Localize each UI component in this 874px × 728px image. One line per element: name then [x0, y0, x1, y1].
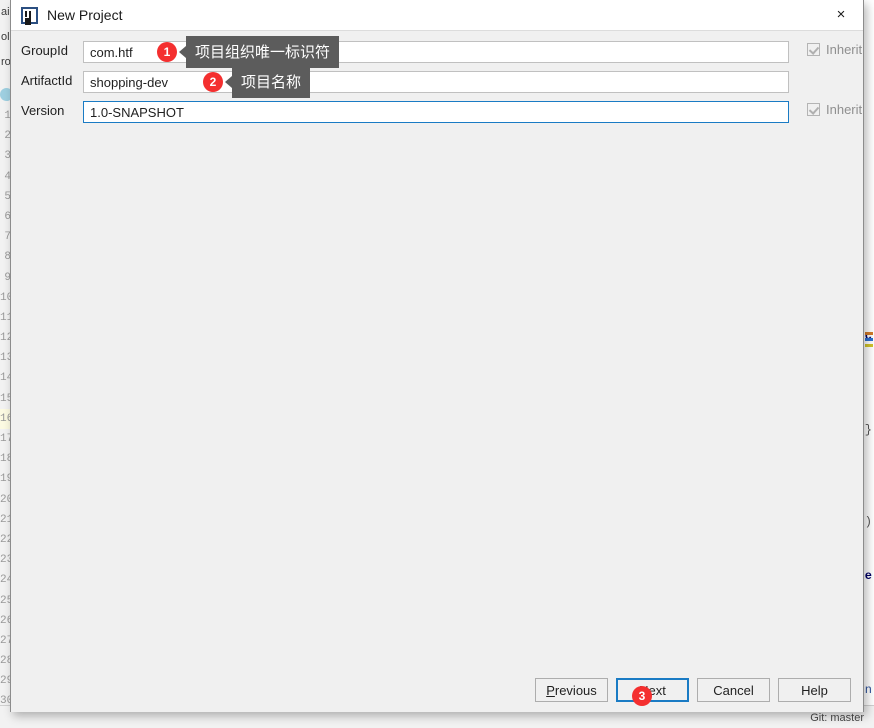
version-input[interactable]	[83, 101, 789, 123]
version-inherit-checkbox[interactable]: Inherit	[807, 102, 862, 117]
form-row-groupid: GroupId Inherit	[11, 41, 863, 63]
inherit-label: Inherit	[826, 102, 863, 117]
form-row-version: Version Inherit	[11, 101, 863, 123]
editor-marker[interactable]	[865, 338, 873, 341]
annotation-badge-3: 3	[632, 686, 652, 706]
editor-marker[interactable]	[865, 332, 873, 335]
intellij-idea-icon	[21, 6, 38, 24]
dialog-button-bar: Previous Next Cancel Help	[535, 678, 851, 702]
previous-button[interactable]: Previous	[535, 678, 608, 702]
cancel-button-label: Cancel	[713, 682, 754, 698]
code-fragment: )	[864, 515, 872, 529]
next-button[interactable]: Next	[616, 678, 689, 702]
checkbox-checked-icon[interactable]	[807, 103, 820, 116]
artifactid-input[interactable]	[83, 71, 789, 93]
form-row-artifactid: ArtifactId	[11, 71, 863, 93]
dialog-body: GroupId Inherit ArtifactId Version Inher…	[11, 31, 863, 712]
checkbox-checked-icon[interactable]	[807, 43, 820, 56]
help-button[interactable]: Help	[778, 678, 851, 702]
help-button-label: Help	[801, 682, 828, 698]
new-project-dialog: New Project × GroupId Inherit ArtifactId…	[10, 0, 864, 712]
inherit-label: Inherit	[826, 42, 863, 57]
code-fragment: c	[864, 329, 872, 343]
previous-button-label: Previous	[546, 682, 597, 698]
groupid-inherit-checkbox[interactable]: Inherit	[807, 42, 862, 57]
groupid-label: GroupId	[21, 43, 68, 58]
dialog-titlebar: New Project ×	[11, 0, 863, 31]
code-fragment: }	[864, 423, 872, 437]
annotation-callout-1: 项目组织唯一标识符	[178, 36, 340, 68]
version-label: Version	[21, 103, 65, 118]
dialog-title: New Project	[47, 7, 123, 23]
annotation-badge-2: 2	[203, 72, 223, 92]
annotation-callout-2: 项目名称	[224, 66, 311, 98]
screen: ai ol ro 1234567891011121314151617181920…	[0, 0, 874, 728]
cancel-button[interactable]: Cancel	[697, 678, 770, 702]
status-git-branch[interactable]: Git: master	[810, 712, 864, 724]
editor-marker[interactable]	[865, 344, 873, 347]
close-icon[interactable]: ×	[819, 0, 863, 29]
annotation-badge-1: 1	[157, 42, 177, 62]
artifactid-label: ArtifactId	[21, 73, 73, 88]
code-fragment: e	[864, 569, 872, 583]
